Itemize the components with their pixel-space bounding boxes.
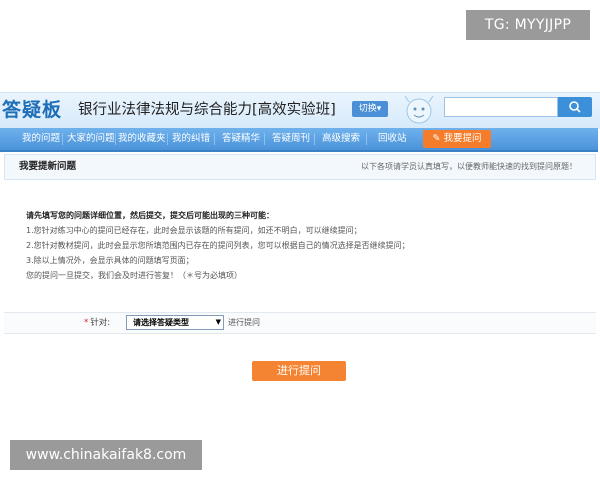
header-bar: 答疑板 银行业法律法规与综合能力[高效实验班] 切换▾	[0, 92, 600, 129]
nav-featured[interactable]: 答疑精华	[222, 128, 260, 150]
nav-advanced-search[interactable]: 高级搜索	[322, 128, 360, 150]
pencil-icon: ✎	[432, 133, 444, 144]
search-input[interactable]	[444, 97, 558, 117]
nav-favorites[interactable]: 我的收藏夹	[118, 128, 166, 150]
tg-label: TG: MYYJJPP	[466, 10, 590, 40]
target-label: * 针对:	[84, 313, 110, 333]
instruction-line: 2.您针对教材提问，此时会显示您所填范围内已存在的提问列表，您可以根据自己的情况…	[26, 241, 410, 250]
switch-course-button[interactable]: 切换▾	[352, 101, 388, 117]
select-suffix: 进行提问	[228, 318, 260, 327]
instructions: 请先填写您的问题详细位置，然后提交，提交后可能出现的三种可能： 1.您针对练习中…	[26, 208, 586, 283]
watermark: www.chinakaifak8.com	[10, 440, 202, 470]
search-button[interactable]	[558, 97, 592, 117]
section-hint: 以下各项请学员认真填写，以便教师能快速的找到提问原题！	[361, 162, 577, 171]
instructions-lead: 请先填写您的问题详细位置，然后提交，提交后可能出现的三种可能：	[26, 211, 274, 220]
section-title: 我要提新问题	[19, 161, 77, 172]
nav-recycle-bin[interactable]: 回收站	[378, 128, 407, 150]
question-type-select[interactable]: 请选择答疑类型 ▼	[126, 315, 224, 330]
section-header: 我要提新问题 以下各项请学员认真填写，以便教师能快速的找到提问原题！	[4, 154, 596, 180]
instruction-line: 1.您针对练习中心的提问已经存在，此时会显示该题的所有提问，如还不明白，可以继续…	[26, 226, 362, 235]
site-logo[interactable]: 答疑板	[2, 95, 62, 125]
course-title: 银行业法律法规与综合能力[高效实验班]	[78, 102, 336, 118]
search-icon	[569, 101, 581, 113]
ask-question-button[interactable]: ✎ 我要提问	[423, 130, 491, 148]
dropdown-arrow-icon: ▼	[215, 318, 221, 326]
instruction-line: 3.除以上情况外，会显示具体的问题填写页面；	[26, 256, 194, 265]
instruction-line: 您的提问一旦提交，我们会及时进行答复！（＊号为必填项）	[26, 271, 242, 280]
required-mark: *	[84, 318, 89, 328]
nav-all-questions[interactable]: 大家的问题	[67, 128, 115, 150]
mascot-icon	[404, 95, 434, 124]
ask-question-label: 我要提问	[443, 133, 482, 144]
question-type-value: 请选择答疑类型	[133, 318, 189, 327]
target-label-text: 针对:	[90, 318, 111, 328]
nav-my-questions[interactable]: 我的问题	[22, 128, 60, 150]
nav-my-corrections[interactable]: 我的纠错	[172, 128, 210, 150]
main-nav: 我的问题 大家的问题 我的收藏夹 我的纠错 答疑精华 答疑周刊 高级搜索 回收站	[0, 128, 598, 152]
nav-weekly[interactable]: 答疑周刊	[272, 128, 310, 150]
target-form-row: * 针对:	[4, 312, 596, 334]
submit-question-button[interactable]: 进行提问	[252, 361, 346, 381]
